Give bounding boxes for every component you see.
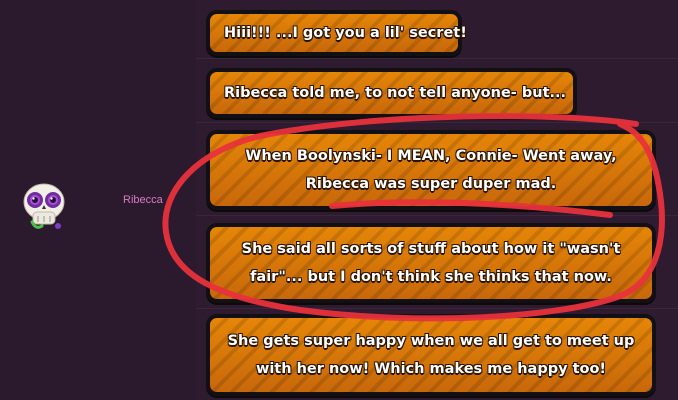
message-text: Hiii!!! ...I got you a lil' secret! <box>224 25 467 41</box>
message-text: fair"... but I don't think she thinks th… <box>250 269 612 285</box>
message-text: Ribecca was super duper mad. <box>305 176 557 192</box>
message-divider <box>196 122 678 123</box>
chat-message-bubble[interactable]: Hiii!!! ...I got you a lil' secret! <box>206 10 467 56</box>
message-divider <box>196 58 678 59</box>
chat-message-bubble[interactable]: Ribecca told me, to not tell anyone- but… <box>206 68 577 118</box>
chat-message-bubble[interactable]: She said all sorts of stuff about how it… <box>206 223 656 303</box>
message-text: When Boolynski- I MEAN, Connie- Went awa… <box>245 148 617 164</box>
message-divider <box>196 308 678 309</box>
message-divider <box>196 215 678 216</box>
chat-message-bubble[interactable]: She gets super happy when we all get to … <box>206 314 656 396</box>
speaker-name: Ribecca <box>123 194 163 206</box>
skull-avatar-icon[interactable] <box>16 178 72 234</box>
chat-message-bubble[interactable]: When Boolynski- I MEAN, Connie- Went awa… <box>206 130 656 210</box>
message-text: Ribecca told me, to not tell anyone- but… <box>224 85 567 101</box>
message-text: She gets super happy when we all get to … <box>227 333 635 349</box>
message-text: She said all sorts of stuff about how it… <box>241 241 621 257</box>
message-text: with her now! Which makes me happy too! <box>255 361 607 377</box>
